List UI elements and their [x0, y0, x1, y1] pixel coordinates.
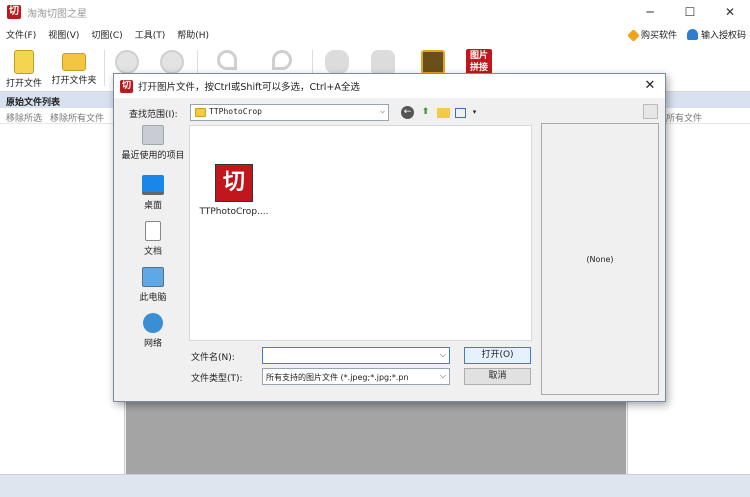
preview-text: (None)	[586, 255, 614, 264]
rotate-right-button[interactable]	[262, 46, 302, 72]
desktop-icon	[142, 175, 164, 195]
this-pc-icon	[142, 267, 164, 287]
title-bar: 切 淘淘切图之星 ─ ☐ ✕	[0, 0, 750, 24]
maximize-button[interactable]: ☐	[670, 0, 710, 24]
chevron-down-icon[interactable]: ⌵	[439, 371, 446, 381]
rotate-left-icon	[217, 50, 237, 70]
new-folder-icon[interactable]	[437, 107, 450, 118]
app-logo-icon: 切	[7, 5, 21, 19]
open-file-dialog: 切 打开图片文件，按Ctrl或Shift可以多选，Ctrl+A全选 ✕ 查找范围…	[113, 73, 666, 402]
dialog-close-button[interactable]: ✕	[641, 77, 659, 95]
up-folder-icon[interactable]: ⬆	[419, 106, 432, 119]
look-in-combo[interactable]: TTPhotoCrop ⌵	[190, 104, 389, 121]
open-folder-button[interactable]: 打开文件夹	[48, 46, 100, 86]
preview-pane: (None)	[541, 123, 659, 395]
dialog-logo-icon: 切	[120, 79, 133, 93]
file-name-input[interactable]	[263, 348, 433, 363]
buy-software-link[interactable]: 购买软件	[627, 28, 677, 42]
license-link[interactable]: 输入授权码	[686, 28, 746, 41]
rotate-left-button[interactable]	[207, 46, 247, 72]
file-type-label: 文件类型(T):	[191, 374, 243, 384]
place-this-pc[interactable]: 此电脑	[118, 267, 188, 303]
place-documents[interactable]: 文档	[118, 221, 188, 257]
place-desktop-label: 桌面	[143, 201, 162, 211]
close-button[interactable]: ✕	[710, 0, 750, 24]
places-bar: 最近使用的项目 桌面 文档 此电脑 网络	[118, 125, 188, 399]
arrow-left-icon	[115, 50, 139, 74]
chevron-down-icon: ⌵	[380, 106, 385, 115]
open-folder-label: 打开文件夹	[51, 76, 97, 86]
source-file-header: 原始文件列表	[0, 92, 124, 108]
user-icon	[686, 28, 698, 40]
place-recent-label: 最近使用的项目	[121, 151, 185, 161]
rotate-right-icon	[272, 50, 292, 70]
crop-template-button[interactable]	[418, 46, 448, 76]
documents-icon	[145, 221, 161, 241]
status-bar	[0, 474, 750, 497]
menu-crop[interactable]: 切图(C)	[85, 28, 128, 41]
place-documents-label: 文档	[143, 247, 162, 257]
network-icon	[143, 313, 163, 333]
menu-file[interactable]: 文件(F)	[0, 28, 42, 41]
place-network-label: 网络	[143, 339, 162, 349]
lock-button[interactable]	[368, 46, 398, 76]
stitch-button[interactable]: 图片 拼接	[462, 46, 496, 75]
open-button[interactable]: 打开(O)	[464, 347, 531, 364]
place-network[interactable]: 网络	[118, 313, 188, 349]
next-button[interactable]	[157, 46, 187, 76]
menu-tools[interactable]: 工具(T)	[129, 28, 172, 41]
recent-icon	[142, 125, 164, 145]
minimize-button[interactable]: ─	[630, 0, 670, 24]
menu-bar: 文件(F) 视图(V) 切图(C) 工具(T) 帮助(H) 购买软件 输入授权码	[0, 24, 750, 44]
preview-toggle-icon[interactable]	[643, 104, 658, 119]
lock-icon	[371, 50, 395, 74]
view-menu-icon[interactable]	[455, 107, 466, 118]
open-file-icon	[14, 50, 34, 74]
dialog-title: 打开图片文件，按Ctrl或Shift可以多选，Ctrl+A全选	[138, 82, 360, 93]
scissors-icon	[325, 50, 349, 74]
app-title: 淘淘切图之星	[27, 8, 87, 20]
place-desktop[interactable]: 桌面	[118, 175, 188, 211]
remove-selected-link[interactable]: 移除所选	[6, 111, 42, 124]
file-list-view[interactable]: 切 TTPhotoCrop....	[189, 125, 532, 341]
file-name-combo[interactable]: ⌵	[262, 347, 450, 364]
license-label: 输入授权码	[700, 30, 746, 41]
chevron-down-icon[interactable]: ⌵	[440, 350, 446, 360]
open-file-button[interactable]: 打开文件	[4, 46, 44, 89]
menu-view[interactable]: 视图(V)	[42, 28, 85, 41]
open-file-label: 打开文件	[5, 79, 42, 89]
source-file-pane: 原始文件列表 移除所选 移除所有文件	[0, 92, 125, 474]
cut-button[interactable]	[322, 46, 352, 76]
buy-label: 购买软件	[640, 30, 677, 41]
file-name-label: TTPhotoCrop....	[199, 207, 269, 217]
view-menu-chevron-icon[interactable]: ▾	[471, 106, 478, 119]
file-item[interactable]: 切 TTPhotoCrop....	[198, 164, 270, 217]
place-this-pc-label: 此电脑	[139, 293, 167, 303]
dialog-title-bar: 切 打开图片文件，按Ctrl或Shift可以多选，Ctrl+A全选 ✕	[114, 74, 665, 98]
heart-icon	[627, 28, 640, 42]
look-in-label: 查找范围(I):	[129, 110, 178, 120]
folder-icon	[62, 53, 86, 71]
file-type-value: 所有支持的图片文件 (*.jpeg;*.jpg;*.pn	[266, 373, 409, 382]
film-icon	[421, 50, 445, 74]
file-thumbnail: 切	[215, 164, 253, 202]
remove-all-link[interactable]: 移除所有文件	[50, 111, 104, 124]
folder-icon	[195, 108, 206, 117]
menu-help[interactable]: 帮助(H)	[171, 28, 215, 41]
look-in-value: TTPhotoCrop	[209, 107, 262, 116]
stitch-label-line1: 图片	[469, 51, 488, 61]
back-icon[interactable]: ←	[401, 106, 414, 119]
cancel-button[interactable]: 取消	[464, 368, 531, 385]
file-type-select[interactable]: 所有支持的图片文件 (*.jpeg;*.jpg;*.pn ⌵	[262, 368, 450, 385]
place-recent[interactable]: 最近使用的项目	[118, 125, 188, 161]
file-name-field-label: 文件名(N):	[191, 353, 235, 363]
previous-button[interactable]	[112, 46, 142, 76]
stitch-icon: 图片 拼接	[466, 49, 492, 75]
arrow-right-icon	[160, 50, 184, 74]
